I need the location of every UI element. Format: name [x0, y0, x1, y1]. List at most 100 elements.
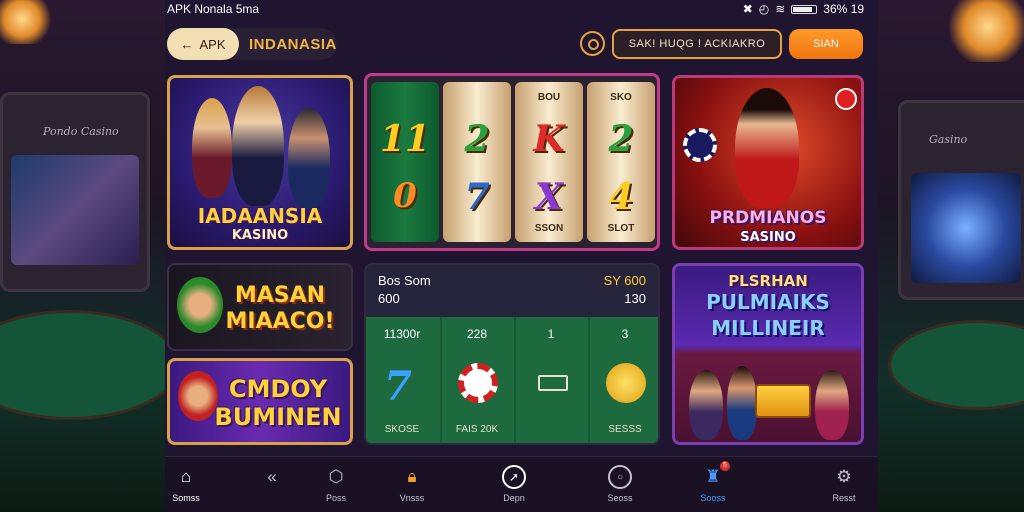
background-right: Gasino [878, 0, 1024, 512]
nav-label: Vnsss [399, 493, 425, 503]
dice-icon [835, 88, 857, 110]
nav-label: Poss [325, 493, 346, 503]
lock-icon: 🔒︎ [407, 467, 417, 486]
wifi-icon: ≋ [775, 2, 786, 16]
character-image [192, 98, 232, 198]
silent-icon: ✖ [742, 2, 753, 16]
reel-symbol: 2 [464, 118, 490, 160]
nav-item-poss[interactable]: ⬡ Poss [301, 457, 371, 512]
column-label: SESSS [608, 424, 642, 435]
poker-chip-icon [683, 128, 717, 162]
nav-label: Resst [832, 493, 856, 503]
card-title: IADAANSIA [197, 204, 323, 228]
reel-symbol: K [533, 118, 565, 160]
nav-item-depn[interactable]: ➚ Depn [479, 457, 549, 512]
card-subtitle: SASINO [740, 230, 796, 245]
column-value: 11300r [383, 327, 421, 341]
treasure-chest-icon [755, 384, 811, 418]
reel-label: SLOT [607, 223, 635, 234]
game-card-indanasia[interactable]: IADAANSIA KASINO [167, 75, 353, 250]
character-image [689, 370, 723, 440]
slot-reel: 11 0 [371, 82, 439, 242]
card-icon [538, 375, 568, 391]
character-image [288, 108, 330, 208]
table-column[interactable]: 3 SESSS [588, 317, 658, 443]
bottom-nav: ⌂ Somss « ⬡ Poss 🔒︎ Vnsss ➚ Depn ○ Seoss… [165, 456, 878, 512]
hexagon-icon: ⬡ [328, 467, 344, 486]
casino-table [0, 310, 165, 420]
card-title: CMDOY [228, 375, 328, 403]
card-title: MIAACO! [225, 309, 335, 334]
nav-item-home[interactable]: ⌂ Somss [151, 457, 221, 512]
reel-label: BOU [537, 92, 561, 103]
card-title: PRDMIANOS [709, 208, 827, 228]
reel-symbol: 0 [393, 176, 417, 216]
table-head-label: Bos Som [378, 273, 431, 288]
slot-reel: BOU K X SSON [515, 82, 583, 242]
gold-coin-icon [606, 363, 646, 403]
game-card-pulmiaiks[interactable]: PLSRHAN PULMIAIKS MILLINEIR [672, 263, 864, 445]
ceiling-lamp [948, 0, 1024, 62]
reel-symbol: 2 [608, 118, 634, 160]
table-column[interactable]: 11300r 7 SKOSE [366, 317, 438, 443]
slot-reel: SKO 2 4 SLOT [587, 82, 655, 242]
reel-symbol: 4 [608, 176, 634, 218]
character-image [815, 370, 849, 440]
nav-label: Depn [503, 493, 525, 503]
alarm-icon: ◴ [758, 2, 770, 16]
poker-chip-icon [458, 363, 498, 403]
character-image [735, 88, 799, 208]
game-card-prdmianos[interactable]: PRDMIANOS SASINO [672, 75, 864, 250]
slot-machine-card[interactable]: 11 0 2 7 BOU K X SSON SKO 2 4 SLOT [364, 73, 660, 251]
slot-machine-cabinet: Pondo Casino [0, 92, 150, 292]
search-input[interactable]: SAK! HUQG ! ACKIAKRO [612, 29, 782, 59]
reel-symbol: 11 [379, 118, 431, 160]
nav-item-vnsss[interactable]: 🔒︎ Vnsss [377, 457, 447, 512]
table-column[interactable]: 228 FAIS 20K [440, 317, 512, 443]
slot-reel: 2 7 [443, 82, 511, 242]
nav-label: Somss [172, 493, 200, 503]
background-left: Pondo Casino [0, 0, 165, 512]
app-screen: APK Nonala 5ma ✖ ◴ ≋ 36% 19 ← APK INDANA… [165, 0, 878, 512]
nav-label: Sooss [700, 493, 726, 503]
table-game-card[interactable]: Bos Som 600 SY 600 130 11300r 7 SKOSE 22… [364, 263, 660, 445]
nav-item-back[interactable]: « [237, 457, 307, 512]
card-title: PLSRHAN [728, 272, 808, 290]
column-label: SKOSE [384, 424, 420, 435]
nav-item-resst[interactable]: ⚙ Resst [809, 457, 879, 512]
nav-item-seoss[interactable]: ○ Seoss [585, 457, 655, 512]
back-label: APK [199, 36, 226, 52]
signin-button[interactable]: SIAN [789, 29, 863, 59]
table-header: Bos Som 600 SY 600 130 [366, 265, 658, 317]
table-head-label: SY 600 [603, 273, 646, 288]
table-column[interactable]: 1 [514, 317, 586, 443]
home-icon: ⌂ [180, 467, 192, 486]
game-card-masan[interactable]: MASAN MIAACO! [167, 263, 353, 351]
reel-label: SSON [534, 223, 564, 234]
back-button[interactable]: ← APK [167, 28, 239, 60]
search-icon[interactable] [580, 31, 605, 56]
nav-item-sooss[interactable]: ♜ 5 Sooss [678, 457, 748, 512]
nav-label: Seoss [607, 493, 633, 503]
column-label: FAIS 20K [455, 424, 499, 435]
card-title: MASAN [234, 283, 326, 308]
column-value: 228 [466, 327, 488, 341]
game-card-cmdoy[interactable]: CMDOY BUMINEN [167, 358, 353, 445]
compass-icon: ➚ [502, 465, 526, 489]
back-chevron-icon: « [267, 467, 277, 486]
status-left-text: APK Nonala 5ma [167, 2, 260, 16]
seven-symbol-icon: 7 [384, 363, 412, 410]
top-bar: ← APK INDANASIA SAK! HUQG ! ACKIAKRO SIA… [165, 28, 878, 60]
brand-pill: ← APK INDANASIA [167, 28, 337, 60]
battery-icon [791, 4, 818, 14]
status-right-text: 36% 19 [823, 2, 864, 16]
reel-symbol: X [535, 176, 563, 218]
column-value: 1 [547, 327, 555, 341]
card-title: BUMINEN [214, 403, 342, 431]
chat-icon: ○ [608, 465, 632, 489]
column-value: 3 [621, 327, 629, 341]
slot-machine-cabinet: Gasino [898, 100, 1024, 300]
reel-label: SKO [610, 92, 632, 103]
status-bar: APK Nonala 5ma ✖ ◴ ≋ 36% 19 [165, 0, 878, 18]
character-image [727, 366, 757, 440]
